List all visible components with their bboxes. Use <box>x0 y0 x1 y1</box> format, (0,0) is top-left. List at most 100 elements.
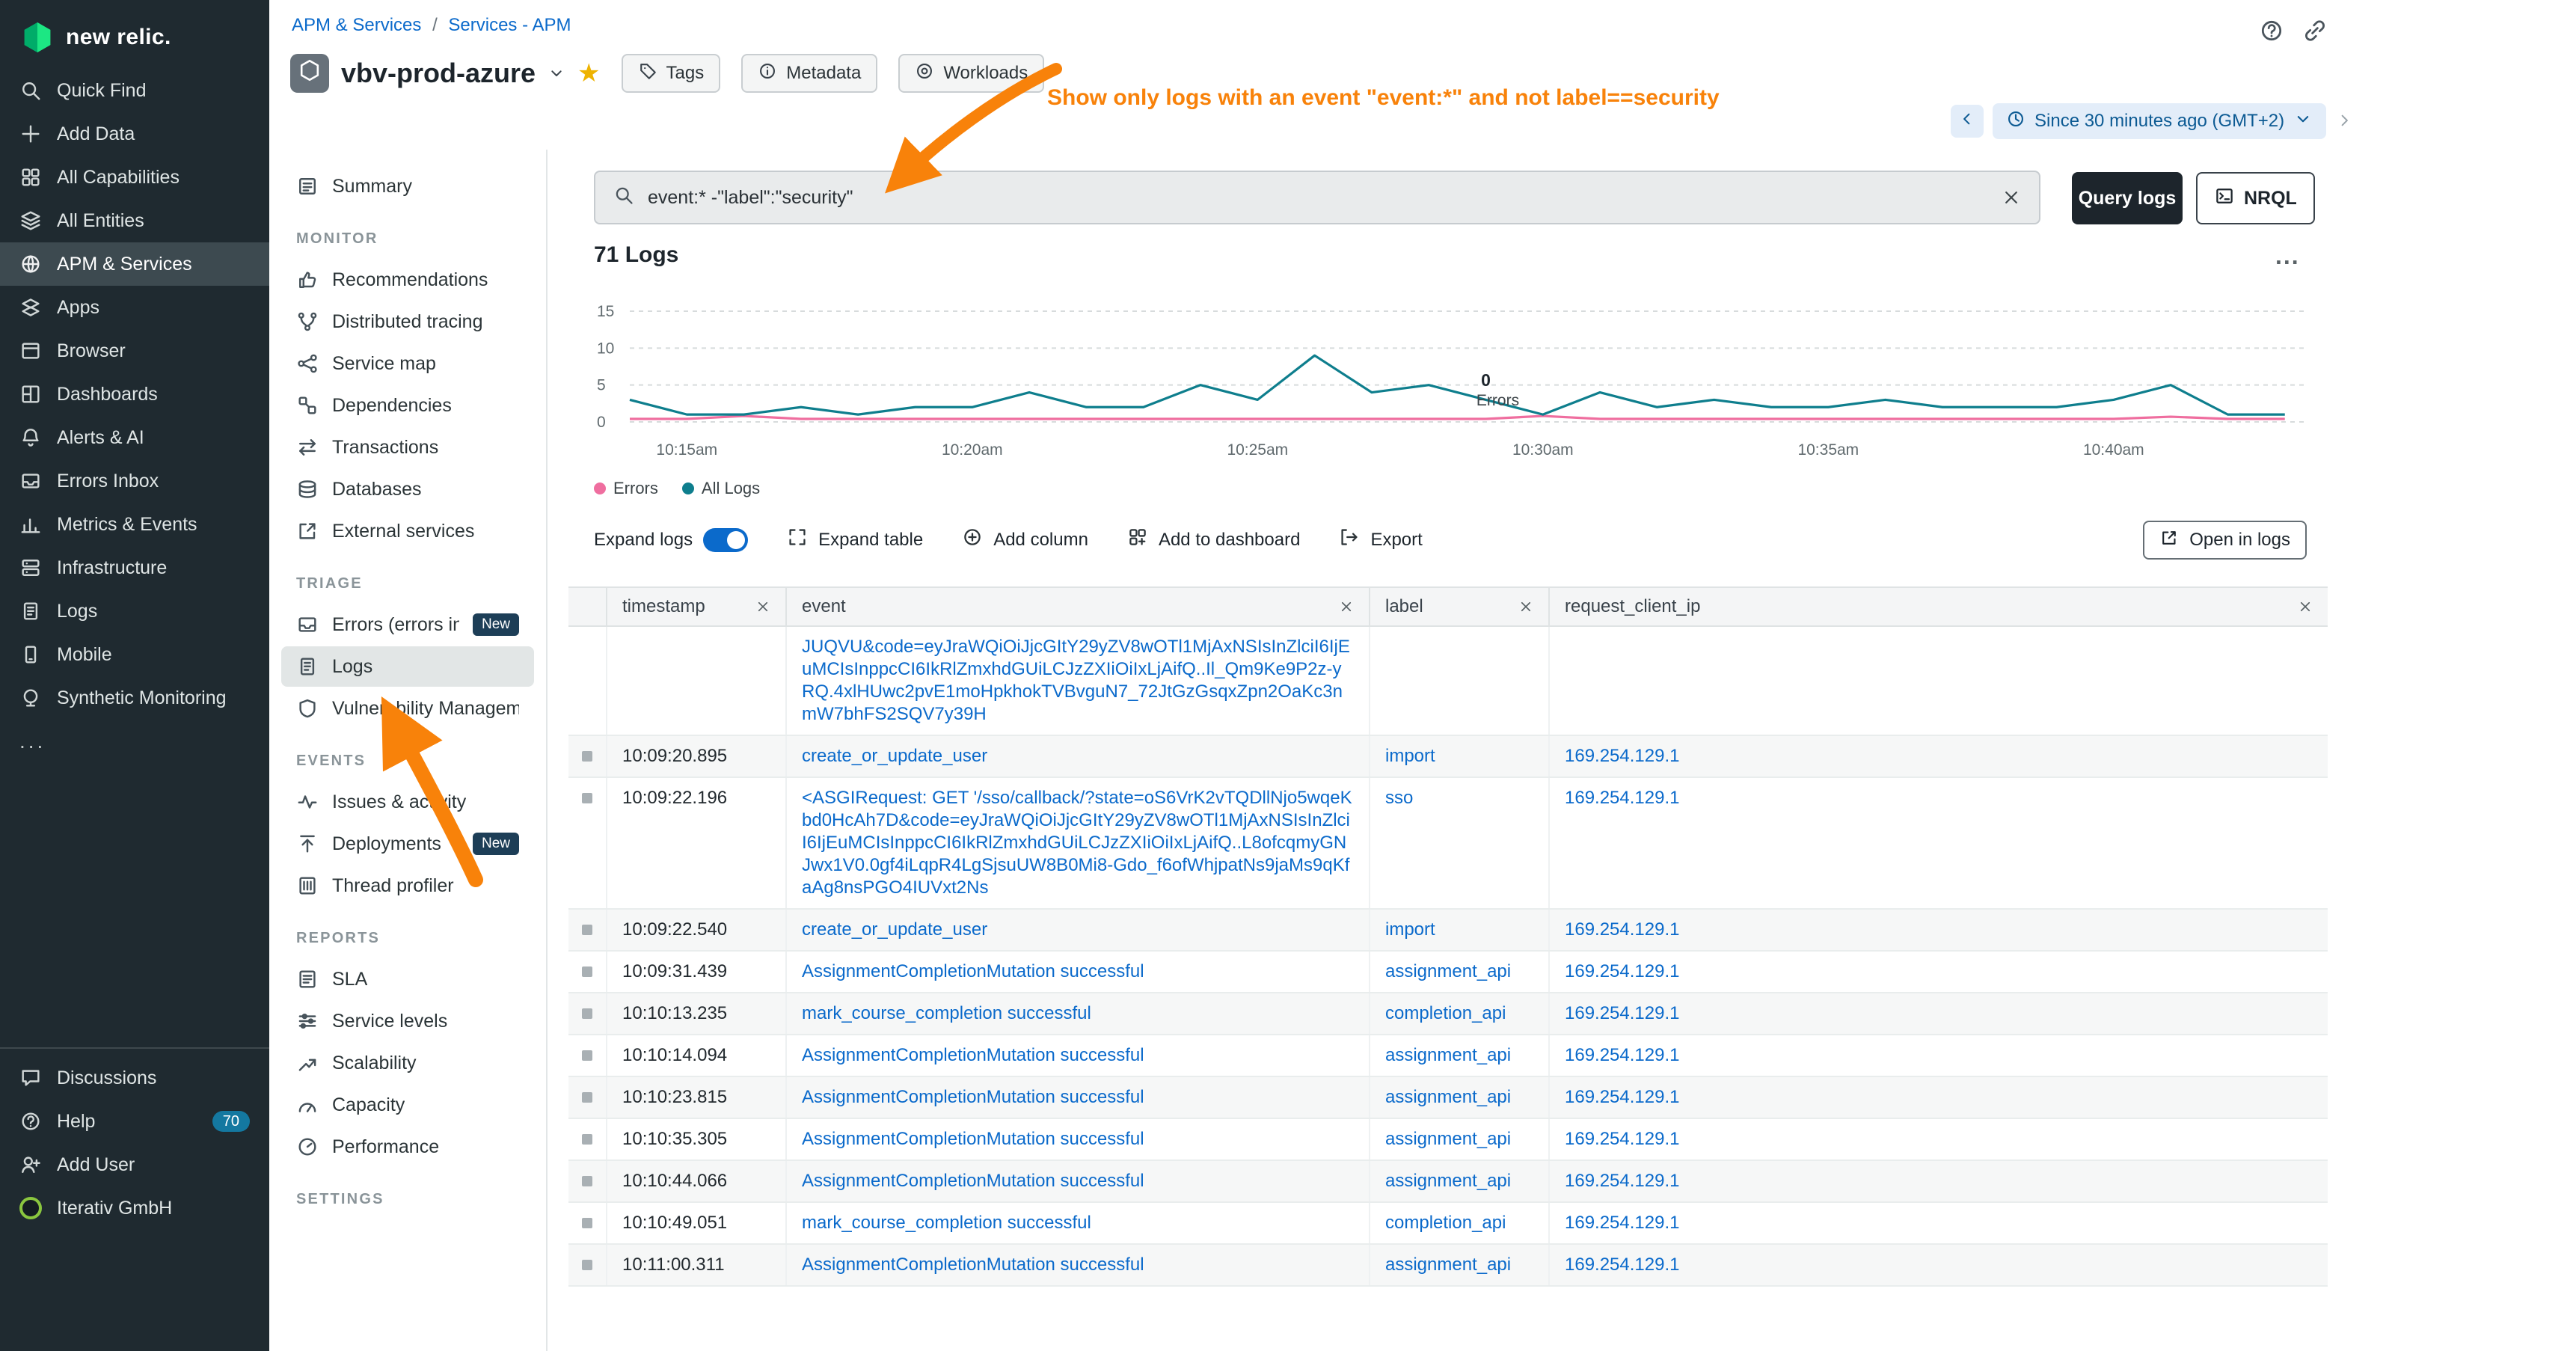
row-ip-link[interactable]: 169.254.129.1 <box>1565 919 1679 940</box>
row-event-link[interactable]: <ASGIRequest: GET '/sso/callback/?state=… <box>802 788 1352 898</box>
row-ip-link[interactable]: 169.254.129.1 <box>1565 1213 1679 1233</box>
entity-nav-item-recommendations[interactable]: Recommendations <box>281 260 534 300</box>
table-row[interactable]: 10:10:44.066AssignmentCompletionMutation… <box>568 1161 2328 1203</box>
row-label-link[interactable]: import <box>1385 919 1435 940</box>
time-forward-button[interactable] <box>2335 108 2353 135</box>
time-range-button[interactable]: Since 30 minutes ago (GMT+2) <box>1993 103 2326 139</box>
remove-column-icon-timestamp[interactable] <box>755 599 770 614</box>
row-selector[interactable] <box>582 1050 592 1061</box>
tags-button[interactable]: Tags <box>622 54 721 93</box>
row-label-link[interactable]: assignment_api <box>1385 1171 1511 1191</box>
row-ip-link[interactable]: 169.254.129.1 <box>1565 1045 1679 1065</box>
table-row[interactable]: 10:09:31.439AssignmentCompletionMutation… <box>568 952 2328 993</box>
row-ip-link[interactable]: 169.254.129.1 <box>1565 1087 1679 1107</box>
open-in-logs-button[interactable]: Open in logs <box>2143 521 2307 560</box>
row-event-link[interactable]: AssignmentCompletionMutation successful <box>802 1087 1144 1107</box>
entity-nav-item-distributed-tracing[interactable]: Distributed tracing <box>281 301 534 342</box>
sidebar-item-metrics-events[interactable]: Metrics & Events <box>0 503 269 546</box>
row-event-link[interactable]: AssignmentCompletionMutation successful <box>802 1045 1144 1065</box>
table-row[interactable]: 10:10:23.815AssignmentCompletionMutation… <box>568 1077 2328 1119</box>
table-row[interactable]: 10:11:00.311AssignmentCompletionMutation… <box>568 1245 2328 1287</box>
more-options-button[interactable]: ... <box>2275 242 2300 270</box>
entity-nav-item-summary[interactable]: Summary <box>281 166 534 206</box>
row-ip-link[interactable]: 169.254.129.1 <box>1565 1171 1679 1191</box>
sidebar-item-alerts-ai[interactable]: Alerts & AI <box>0 416 269 459</box>
sidebar-item-logs[interactable]: Logs <box>0 589 269 633</box>
row-selector[interactable] <box>582 1134 592 1145</box>
remove-column-icon-request-client-ip[interactable] <box>2298 599 2313 614</box>
row-selector[interactable] <box>582 1176 592 1186</box>
sidebar-item-add-data[interactable]: Add Data <box>0 112 269 156</box>
row-event-link[interactable]: AssignmentCompletionMutation successful <box>802 1171 1144 1191</box>
row-event-link[interactable]: create_or_update_user <box>802 919 987 940</box>
row-label-link[interactable]: assignment_api <box>1385 1129 1511 1149</box>
sidebar-item-quick-find[interactable]: Quick Find <box>0 69 269 112</box>
sidebar-item-synthetic-monitoring[interactable]: Synthetic Monitoring <box>0 676 269 720</box>
clear-search-icon[interactable] <box>2002 188 2021 207</box>
entity-nav-item-deployments[interactable]: DeploymentsNew <box>281 824 534 864</box>
row-label-link[interactable]: assignment_api <box>1385 1045 1511 1065</box>
sidebar-item-infrastructure[interactable]: Infrastructure <box>0 546 269 589</box>
row-selector[interactable] <box>582 966 592 977</box>
add-column-button[interactable]: Add column <box>962 527 1088 553</box>
entity-nav-item-sla[interactable]: SLA <box>281 959 534 999</box>
table-row[interactable]: 10:09:22.540create_or_update_userimport1… <box>568 910 2328 952</box>
row-label-link[interactable]: assignment_api <box>1385 961 1511 981</box>
entity-nav-item-vulnerability-management[interactable]: Vulnerability Management <box>281 688 534 729</box>
sidebar-item-dashboards[interactable]: Dashboards <box>0 373 269 416</box>
sidebar-item-iterativ-gmbh[interactable]: Iterativ GmbH <box>0 1186 269 1230</box>
table-row[interactable]: 10:10:13.235mark_course_completion succe… <box>568 993 2328 1035</box>
row-selector[interactable] <box>582 1218 592 1228</box>
new-relic-logo[interactable]: new relic. <box>0 0 269 69</box>
logs-timeline-chart[interactable]: 05101510:15am10:20am10:25am10:30am10:35a… <box>594 296 2311 464</box>
legend-item-errors[interactable]: Errors <box>594 479 658 498</box>
row-label-link[interactable]: completion_api <box>1385 1003 1506 1023</box>
row-label-link[interactable]: assignment_api <box>1385 1087 1511 1107</box>
entity-nav-item-errors-errors-inb[interactable]: Errors (errors inb...New <box>281 604 534 645</box>
sidebar-item-apm-services[interactable]: APM & Services <box>0 242 269 286</box>
entity-nav-item-thread-profiler[interactable]: Thread profiler <box>281 866 534 906</box>
export-button[interactable]: Export <box>1339 527 1422 553</box>
row-ip-link[interactable]: 169.254.129.1 <box>1565 961 1679 981</box>
sidebar-item-mobile[interactable]: Mobile <box>0 633 269 676</box>
row-selector[interactable] <box>582 925 592 935</box>
add-to-dashboard-button[interactable]: Add to dashboard <box>1127 527 1300 553</box>
row-label-link[interactable]: completion_api <box>1385 1213 1506 1233</box>
row-label-link[interactable]: sso <box>1385 788 1413 808</box>
row-event-link[interactable]: AssignmentCompletionMutation successful <box>802 961 1144 981</box>
breadcrumb-link-apm-services[interactable]: APM & Services <box>292 15 421 35</box>
entity-nav-item-databases[interactable]: Databases <box>281 469 534 509</box>
row-selector[interactable] <box>582 1092 592 1103</box>
table-row[interactable]: 10:10:49.051mark_course_completion succe… <box>568 1203 2328 1245</box>
sidebar-item-more[interactable]: ... <box>0 720 269 763</box>
expand-table-button[interactable]: Expand table <box>787 527 923 553</box>
row-event-link[interactable]: JUQVU&code=eyJraWQiOiJjcGItY29yZV8wOTl1M… <box>802 637 1350 724</box>
metadata-button[interactable]: Metadata <box>741 54 877 93</box>
row-label-link[interactable]: assignment_api <box>1385 1254 1511 1275</box>
row-event-link[interactable]: mark_course_completion successful <box>802 1213 1091 1233</box>
entity-nav-item-logs[interactable]: Logs <box>281 646 534 687</box>
sidebar-item-apps[interactable]: Apps <box>0 286 269 329</box>
remove-column-icon-event[interactable] <box>1339 599 1354 614</box>
table-row[interactable]: 10:10:14.094AssignmentCompletionMutation… <box>568 1035 2328 1077</box>
sidebar-item-help[interactable]: Help70 <box>0 1100 269 1143</box>
row-selector[interactable] <box>582 793 592 803</box>
help-circle-icon[interactable] <box>2259 18 2284 49</box>
row-ip-link[interactable]: 169.254.129.1 <box>1565 1003 1679 1023</box>
entity-nav-item-transactions[interactable]: Transactions <box>281 427 534 468</box>
sidebar-item-all-capabilities[interactable]: All Capabilities <box>0 156 269 199</box>
row-event-link[interactable]: mark_course_completion successful <box>802 1003 1091 1023</box>
table-row[interactable]: JUQVU&code=eyJraWQiOiJjcGItY29yZV8wOTl1M… <box>568 627 2328 736</box>
sidebar-item-browser[interactable]: Browser <box>0 329 269 373</box>
sidebar-item-all-entities[interactable]: All Entities <box>0 199 269 242</box>
sidebar-item-errors-inbox[interactable]: Errors Inbox <box>0 459 269 503</box>
row-ip-link[interactable]: 169.254.129.1 <box>1565 1129 1679 1149</box>
entity-nav-item-capacity[interactable]: Capacity <box>281 1085 534 1125</box>
row-selector[interactable] <box>582 751 592 762</box>
table-row[interactable]: 10:10:35.305AssignmentCompletionMutation… <box>568 1119 2328 1161</box>
entity-nav-item-service-levels[interactable]: Service levels <box>281 1001 534 1041</box>
entity-nav-item-issues-activity[interactable]: Issues & activity <box>281 782 534 822</box>
row-label-link[interactable]: import <box>1385 746 1435 766</box>
entity-switcher-chevron-icon[interactable] <box>548 64 565 82</box>
entity-nav-item-dependencies[interactable]: Dependencies <box>281 385 534 426</box>
